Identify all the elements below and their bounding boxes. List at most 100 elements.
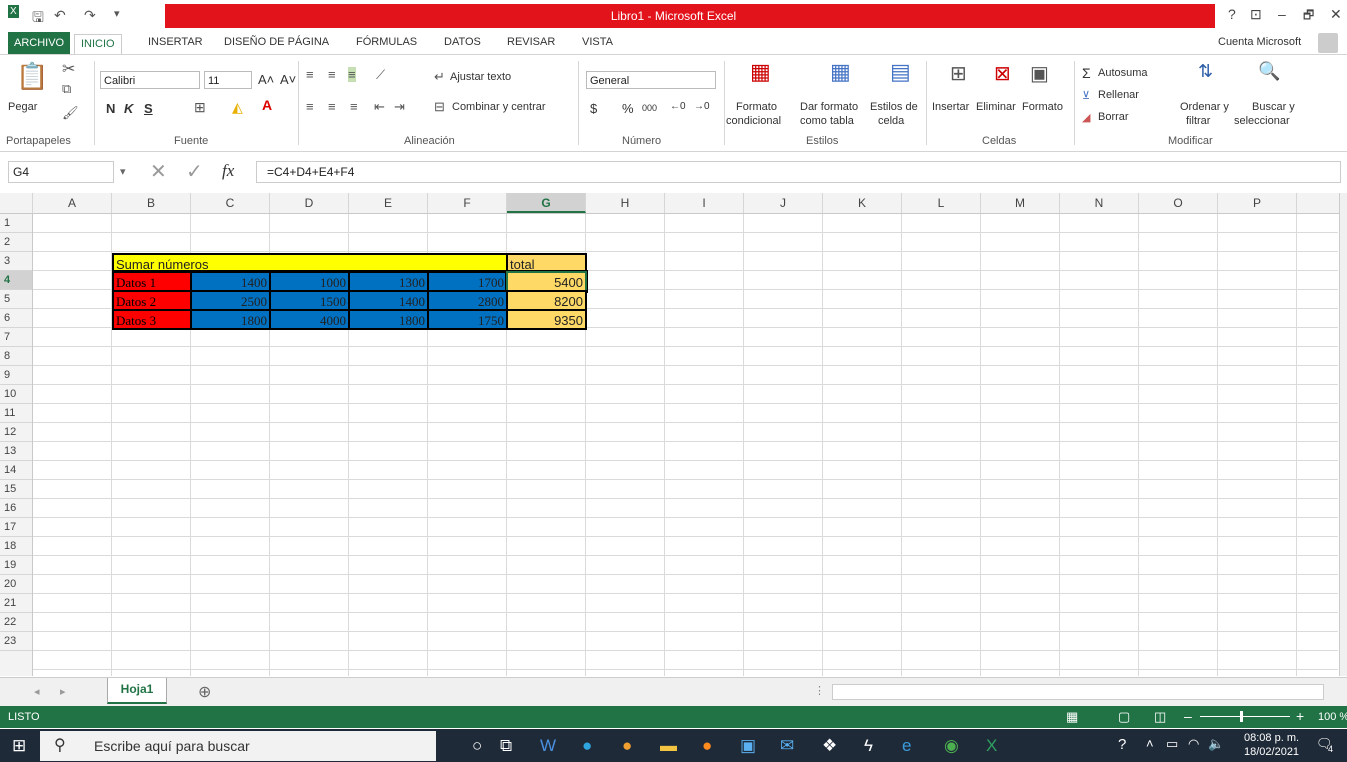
wifi-icon[interactable]: ◠: [1188, 736, 1199, 752]
cancel-icon[interactable]: ✕: [150, 159, 167, 184]
prev-sheet-icon[interactable]: ◂: [34, 685, 40, 698]
avatar[interactable]: [1318, 33, 1338, 53]
cell-f6[interactable]: 1750: [427, 309, 508, 330]
cell-c5[interactable]: 2500: [190, 290, 271, 311]
sort-filter-button-2[interactable]: filtrar: [1186, 115, 1210, 127]
column-header[interactable]: B: [112, 193, 191, 213]
find-select-button[interactable]: Buscar y: [1252, 101, 1295, 113]
fill-color-icon[interactable]: ◭: [232, 99, 243, 116]
column-header[interactable]: O: [1139, 193, 1218, 213]
row-header[interactable]: 23: [0, 632, 32, 651]
page-break-view-icon[interactable]: ◫: [1154, 709, 1166, 725]
column-header[interactable]: I: [665, 193, 744, 213]
cell-b4-label[interactable]: Datos 1: [112, 271, 192, 292]
tab-page-layout[interactable]: DISEÑO DE PÁGINA: [224, 36, 329, 48]
dropbox-icon[interactable]: ❖: [822, 736, 837, 756]
format-painter-icon[interactable]: 🖌: [62, 105, 79, 121]
align-center-icon[interactable]: ≡: [328, 99, 336, 114]
row-header[interactable]: 15: [0, 480, 32, 499]
bold-button[interactable]: N: [106, 101, 115, 116]
row-header[interactable]: 21: [0, 594, 32, 613]
currency-button[interactable]: $: [590, 101, 597, 116]
increase-decimal-icon[interactable]: ←0: [670, 101, 686, 112]
fill-button[interactable]: Rellenar: [1098, 89, 1139, 101]
volume-icon[interactable]: 🔈: [1208, 736, 1224, 752]
split-handle-icon[interactable]: ⋮: [814, 684, 825, 697]
column-header-selected[interactable]: G: [507, 193, 586, 213]
row-header[interactable]: 7: [0, 328, 32, 347]
normal-view-icon[interactable]: ▦: [1066, 709, 1078, 725]
row-header[interactable]: 14: [0, 461, 32, 480]
column-header[interactable]: J: [744, 193, 823, 213]
name-box-dropdown-icon[interactable]: ▾: [120, 165, 126, 178]
row-header[interactable]: 17: [0, 518, 32, 537]
cell-e5[interactable]: 1400: [348, 290, 429, 311]
chrome-icon[interactable]: ●: [622, 736, 632, 756]
row-header[interactable]: 1: [0, 214, 32, 233]
help-button[interactable]: ?: [1228, 6, 1236, 22]
autosum-button[interactable]: Autosuma: [1098, 67, 1148, 79]
grow-font-icon[interactable]: A˄: [258, 72, 274, 87]
conditional-format-icon[interactable]: ▦: [750, 59, 771, 85]
row-header[interactable]: 6: [0, 309, 32, 328]
column-header[interactable]: M: [981, 193, 1060, 213]
close-button[interactable]: ✕: [1330, 6, 1342, 23]
find-select-button-2[interactable]: seleccionar: [1234, 115, 1290, 127]
format-table-button[interactable]: Dar formato: [800, 101, 858, 113]
decrease-indent-icon[interactable]: ⇤: [374, 99, 385, 115]
cell-b3-header[interactable]: Sumar números: [112, 253, 508, 272]
cell-g3-total-label[interactable]: total: [506, 253, 587, 272]
file-explorer-icon[interactable]: ▬: [660, 736, 677, 756]
column-header[interactable]: A: [33, 193, 112, 213]
delete-cells-icon[interactable]: ⊠: [994, 61, 1011, 86]
windows-start-icon[interactable]: ⊞: [12, 736, 26, 756]
store-icon[interactable]: ▣: [740, 736, 756, 756]
cell-b6-label[interactable]: Datos 3: [112, 309, 192, 330]
align-top-icon[interactable]: ≡: [306, 67, 314, 82]
format-table-button-2[interactable]: como tabla: [800, 115, 854, 127]
maps-icon[interactable]: ◉: [944, 736, 959, 756]
cell-g5[interactable]: 8200: [506, 290, 587, 311]
row-header[interactable]: 22: [0, 613, 32, 632]
row-header[interactable]: 10: [0, 385, 32, 404]
merge-center-button[interactable]: Combinar y centrar: [452, 101, 546, 113]
decrease-decimal-icon[interactable]: →0: [694, 101, 710, 112]
tray-chevron-icon[interactable]: ˄: [1146, 736, 1154, 751]
account-menu[interactable]: Cuenta Microsoft: [1218, 36, 1301, 48]
cell-g6[interactable]: 9350: [506, 309, 587, 330]
column-header[interactable]: P: [1218, 193, 1297, 213]
column-header[interactable]: D: [270, 193, 349, 213]
column-header[interactable]: L: [902, 193, 981, 213]
tab-file[interactable]: ARCHIVO: [8, 32, 71, 54]
paste-icon[interactable]: 📋: [16, 61, 48, 92]
insert-cells-icon[interactable]: ⊞: [950, 61, 967, 86]
insert-function-button[interactable]: fx: [222, 161, 234, 181]
horizontal-scrollbar[interactable]: [832, 684, 1324, 700]
row-header[interactable]: 12: [0, 423, 32, 442]
cell-e6[interactable]: 1800: [348, 309, 429, 330]
delete-cells-button[interactable]: Eliminar: [976, 101, 1016, 113]
task-view-icon[interactable]: ⧉: [500, 736, 512, 756]
firefox-icon[interactable]: ●: [702, 736, 712, 756]
column-header[interactable]: H: [586, 193, 665, 213]
new-sheet-button[interactable]: ⊕: [198, 682, 211, 702]
tab-formulas[interactable]: FÓRMULAS: [356, 36, 417, 48]
column-header[interactable]: N: [1060, 193, 1139, 213]
row-header[interactable]: 16: [0, 499, 32, 518]
wrap-text-button[interactable]: Ajustar texto: [450, 71, 511, 83]
taskbar-search[interactable]: Escribe aquí para buscar: [40, 731, 436, 761]
tab-data[interactable]: DATOS: [444, 36, 481, 48]
clock-date[interactable]: 18/02/2021: [1244, 746, 1299, 758]
cell-grid[interactable]: Sumar números total Datos 1 1400 1000 13…: [33, 214, 1338, 676]
app-icon[interactable]: ϟ: [864, 736, 873, 756]
vertical-scrollbar[interactable]: [1339, 193, 1347, 676]
column-header[interactable]: E: [349, 193, 428, 213]
cut-icon[interactable]: ✂: [62, 59, 75, 79]
tab-home[interactable]: INICIO: [74, 34, 122, 55]
shrink-font-icon[interactable]: A˅: [280, 72, 296, 87]
sort-filter-icon[interactable]: ⇅: [1198, 61, 1213, 82]
align-bottom-icon[interactable]: ≡: [348, 67, 356, 82]
edge-icon[interactable]: ●: [582, 736, 592, 756]
restore-button[interactable]: 🗗: [1303, 6, 1314, 27]
cell-b5-label[interactable]: Datos 2: [112, 290, 192, 311]
